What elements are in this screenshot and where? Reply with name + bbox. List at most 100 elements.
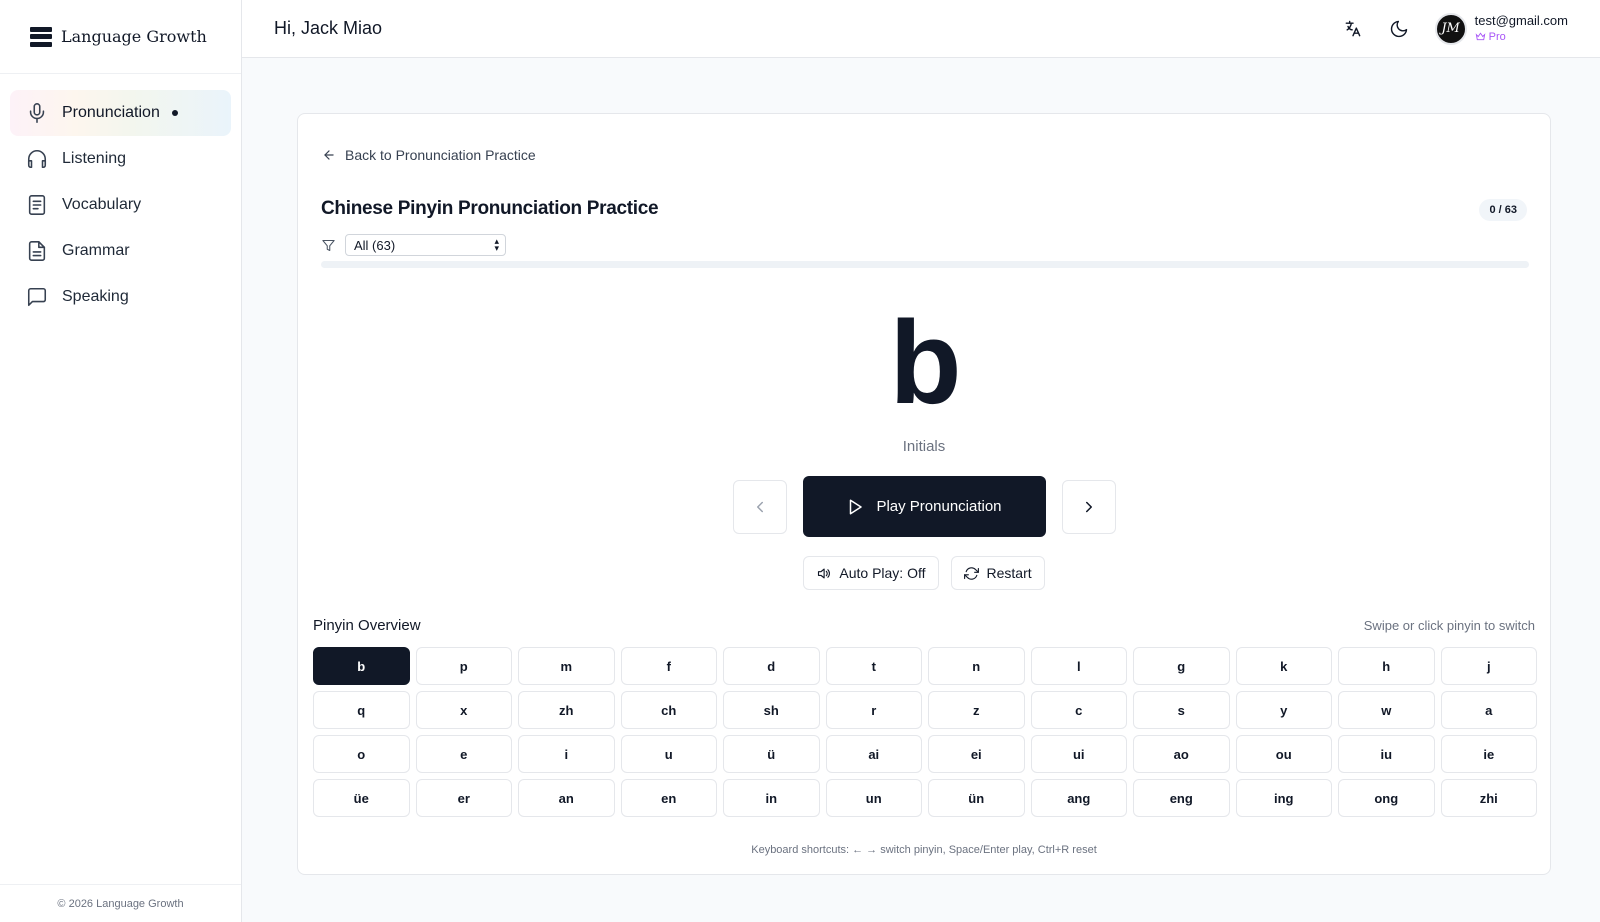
pinyin-cell[interactable]: h [1338,647,1435,685]
select-chevron-icon: ▴ ▾ [494,236,499,253]
previous-button[interactable] [732,479,787,534]
pinyin-overview-hint: Swipe or click pinyin to switch [1363,618,1535,633]
pinyin-cell[interactable]: ing [1235,779,1332,817]
sidebar-item-label: Pronunciation [62,104,160,121]
pinyin-cell[interactable]: ai [825,735,922,773]
sidebar: Language Growth Pronunciation Listening … [0,0,242,922]
pinyin-cell[interactable]: d [723,647,820,685]
progress-bar [321,261,1529,268]
pinyin-overview-title: Pinyin Overview [313,617,421,634]
active-indicator-dot [171,110,178,116]
speaker-icon [818,568,831,578]
next-button[interactable] [1061,479,1116,534]
chevron-left-icon [756,501,763,512]
pinyin-cell[interactable]: e [415,735,512,773]
mic-icon [26,102,48,124]
sidebar-item-label: Grammar [62,242,130,259]
avatar[interactable]: JM [1434,12,1467,45]
pinyin-cell[interactable]: en [620,779,717,817]
pinyin-cell[interactable]: ou [1235,735,1332,773]
play-icon [850,499,863,514]
pinyin-cell[interactable]: p [415,647,512,685]
pinyin-cell[interactable]: zhi [1440,779,1537,817]
pinyin-cell[interactable]: j [1440,647,1537,685]
pinyin-cell[interactable]: üe [313,779,410,817]
pinyin-cell[interactable]: in [723,779,820,817]
user-menu[interactable]: JM test@gmail.com Pro [1434,12,1568,45]
pinyin-cell[interactable]: ui [1030,735,1127,773]
pinyin-cell[interactable]: w [1338,691,1435,729]
greeting: Hi, Jack Miao [274,18,383,38]
pinyin-cell[interactable]: f [620,647,717,685]
pinyin-cell[interactable]: un [825,779,922,817]
pinyin-cell[interactable]: q [313,691,410,729]
filter-row: All (63) ▴ ▾ [321,234,506,256]
pinyin-cell[interactable]: o [313,735,410,773]
copyright: © 2026 Language Growth [0,884,241,922]
top-header: Hi, Jack Miao JM test@gmail.com Pro [242,0,1600,58]
sidebar-item-vocabulary[interactable]: Vocabulary [10,182,231,228]
plan-label: Pro [1488,30,1506,43]
pinyin-cell[interactable]: ie [1440,735,1537,773]
pinyin-cell[interactable]: ao [1133,735,1230,773]
pinyin-cell[interactable]: ong [1338,779,1435,817]
pinyin-cell[interactable]: eng [1133,779,1230,817]
page-title: Chinese Pinyin Pronunciation Practice [321,198,659,219]
pinyin-cell[interactable]: sh [723,691,820,729]
pinyin-cell[interactable]: x [415,691,512,729]
restart-label: Restart [986,565,1032,581]
pinyin-cell[interactable]: an [518,779,615,817]
pinyin-cell[interactable]: y [1235,691,1332,729]
play-button-label: Play Pronunciation [876,498,1002,515]
practice-card: Back to Pronunciation Practice Chinese P… [297,113,1551,875]
pinyin-cell[interactable]: b [313,647,410,685]
sidebar-item-speaking[interactable]: Speaking [10,274,231,320]
crown-icon [1475,32,1485,41]
pinyin-cell[interactable]: ang [1030,779,1127,817]
restart-button[interactable]: Restart [950,556,1045,590]
headphones-icon [26,148,48,170]
pinyin-cell[interactable]: m [518,647,615,685]
pinyin-cell[interactable]: u [620,735,717,773]
current-pinyin: b [889,297,961,429]
pinyin-cell[interactable]: l [1030,647,1127,685]
sidebar-item-pronunciation[interactable]: Pronunciation [10,90,231,136]
pinyin-cell[interactable]: i [518,735,615,773]
pinyin-cell[interactable]: zh [518,691,615,729]
pinyin-category: Initials [902,438,946,455]
pinyin-cell[interactable]: er [415,779,512,817]
pinyin-cell[interactable]: ün [928,779,1025,817]
sidebar-item-grammar[interactable]: Grammar [10,228,231,274]
auto-play-label: Auto Play: Off [839,565,926,581]
progress-counter-badge: 0 / 63 [1479,199,1527,221]
arrow-left-icon [324,150,334,160]
pinyin-cell[interactable]: c [1030,691,1127,729]
filter-selected-value: All (63) [354,237,396,253]
sidebar-item-listening[interactable]: Listening [10,136,231,182]
back-link[interactable]: Back to Pronunciation Practice [322,147,536,163]
pinyin-cell[interactable]: iu [1338,735,1435,773]
document-icon [26,194,48,216]
sidebar-nav: Pronunciation Listening Vocabulary Gramm… [0,74,241,336]
pinyin-cell[interactable]: z [928,691,1025,729]
moon-icon[interactable] [1381,11,1417,47]
auto-play-toggle[interactable]: Auto Play: Off [803,556,939,590]
brand[interactable]: Language Growth [0,0,241,74]
file-text-icon [26,240,48,262]
pinyin-cell[interactable]: k [1235,647,1332,685]
pinyin-cell[interactable]: r [825,691,922,729]
pinyin-cell[interactable]: n [928,647,1025,685]
pinyin-grid-scroll[interactable]: b p m f d t n l g k h j q x zh ch sh r z c s y w a o e i u ü ai ei ui ao… [313,647,1537,823]
play-pronunciation-button[interactable]: Play Pronunciation [802,476,1046,537]
pinyin-cell[interactable]: ü [723,735,820,773]
sidebar-item-label: Speaking [62,288,129,305]
translate-icon[interactable] [1335,11,1371,47]
pinyin-cell[interactable]: ch [620,691,717,729]
brand-name: Language Growth [61,27,207,46]
pinyin-cell[interactable]: ei [928,735,1025,773]
pinyin-cell[interactable]: s [1133,691,1230,729]
pinyin-cell[interactable]: g [1133,647,1230,685]
pinyin-cell[interactable]: t [825,647,922,685]
category-filter-select[interactable]: All (63) ▴ ▾ [345,234,506,256]
pinyin-cell[interactable]: a [1440,691,1537,729]
